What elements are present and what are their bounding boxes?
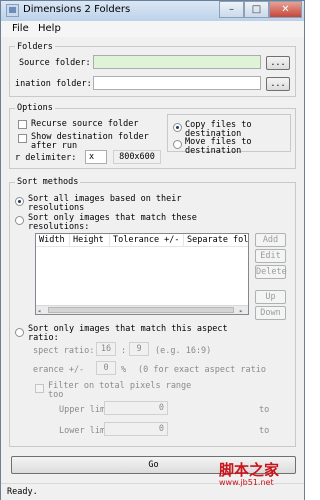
aspect-separator: : [121,346,127,356]
destination-folder-label: ination folder: [15,79,92,89]
filter-pixels-label-line1: Filter on total pixels range [48,381,192,391]
show-destination-checkbox[interactable] [18,134,27,143]
aspect-ratio-label: spect ratio: [33,346,95,356]
delimiter-label: r delimiter: [15,153,77,163]
tolerance-hint: (0 for exact aspect ratio [138,365,266,375]
watermark-url: www.jb51.net [219,478,274,487]
upper-limit-label: Upper lim [59,405,106,415]
window-title: Dimensions 2 Folders [23,4,131,15]
tolerance-label: erance +/- [33,365,85,375]
close-button[interactable]: ✕ [269,1,302,18]
sort-aspect-label-line2: ratio: [28,333,59,343]
watermark-logo: 脚本之家 [219,461,280,479]
delimiter-example: 800x600 [113,150,161,164]
list-horizontal-scrollbar[interactable]: ◂ ▸ [36,305,248,314]
down-button[interactable]: Down [255,306,286,320]
up-button[interactable]: Up [255,290,286,304]
source-browse-button[interactable]: ... [266,56,290,70]
column-header-tolerance[interactable]: Tolerance +/- [110,234,184,247]
maximize-button[interactable]: □ [244,1,269,18]
destination-browse-button[interactable]: ... [266,77,290,91]
menu-file[interactable]: File [12,23,29,34]
source-folder-input[interactable] [93,55,261,69]
sort-aspect-radio[interactable] [15,328,24,337]
copy-files-radio[interactable] [173,123,182,132]
upper-limit-to: to [259,405,270,415]
resolutions-list[interactable]: Width Height Tolerance +/- Separate fol … [35,233,249,315]
move-files-radio[interactable] [173,140,182,149]
delimiter-input[interactable]: x [85,150,107,164]
sort-all-label-line2: resolutions [28,203,85,213]
column-header-separate-folder[interactable]: Separate fol [184,234,248,247]
sort-match-radio[interactable] [15,216,24,225]
folders-group-title: Folders [15,42,55,52]
aspect-width-input[interactable]: 16 [96,342,116,356]
lower-limit-label: Lower lim [59,426,106,436]
minimize-button[interactable]: – [219,1,244,18]
recurse-label: Recurse source folder [31,119,139,129]
filter-pixels-checkbox[interactable] [35,384,44,393]
edit-button[interactable]: Edit [255,249,286,263]
move-files-label-line2: destination [185,146,242,156]
tolerance-input[interactable]: 0 [96,361,116,375]
title-bar: Dimensions 2 Folders – □ ✕ [1,1,304,21]
column-header-width[interactable]: Width [36,234,70,247]
scroll-left-arrow-icon[interactable]: ◂ [37,307,41,314]
scrollbar-thumb[interactable] [48,307,234,313]
filter-pixels-label-line2: too [48,390,64,400]
source-folder-label: Source folder: [19,58,91,68]
column-header-height[interactable]: Height [70,234,110,247]
sort-methods-title: Sort methods [15,177,81,187]
lower-limit-input[interactable]: 0 [104,422,168,436]
sort-match-label-line2: resolutions: [28,222,90,232]
scroll-right-arrow-icon[interactable]: ▸ [239,307,243,314]
aspect-height-input[interactable]: 9 [129,342,149,356]
app-icon [6,4,19,17]
aspect-example: (e.g. 16:9) [155,346,212,356]
lower-limit-to: to [259,426,270,436]
tolerance-unit: % [121,365,127,375]
menu-help[interactable]: Help [38,23,61,34]
delete-button[interactable]: Delete [255,265,287,279]
status-text: Ready. [7,487,38,497]
sort-all-radio[interactable] [15,197,24,206]
options-group-title: Options [15,103,55,113]
show-destination-label-line2: after run [31,141,78,151]
upper-limit-input[interactable]: 0 [104,401,168,415]
recurse-checkbox[interactable] [18,120,27,129]
destination-folder-input[interactable] [93,76,261,90]
add-button[interactable]: Add [255,233,286,247]
app-window: Dimensions 2 Folders – □ ✕ File Help Fol… [0,0,305,500]
